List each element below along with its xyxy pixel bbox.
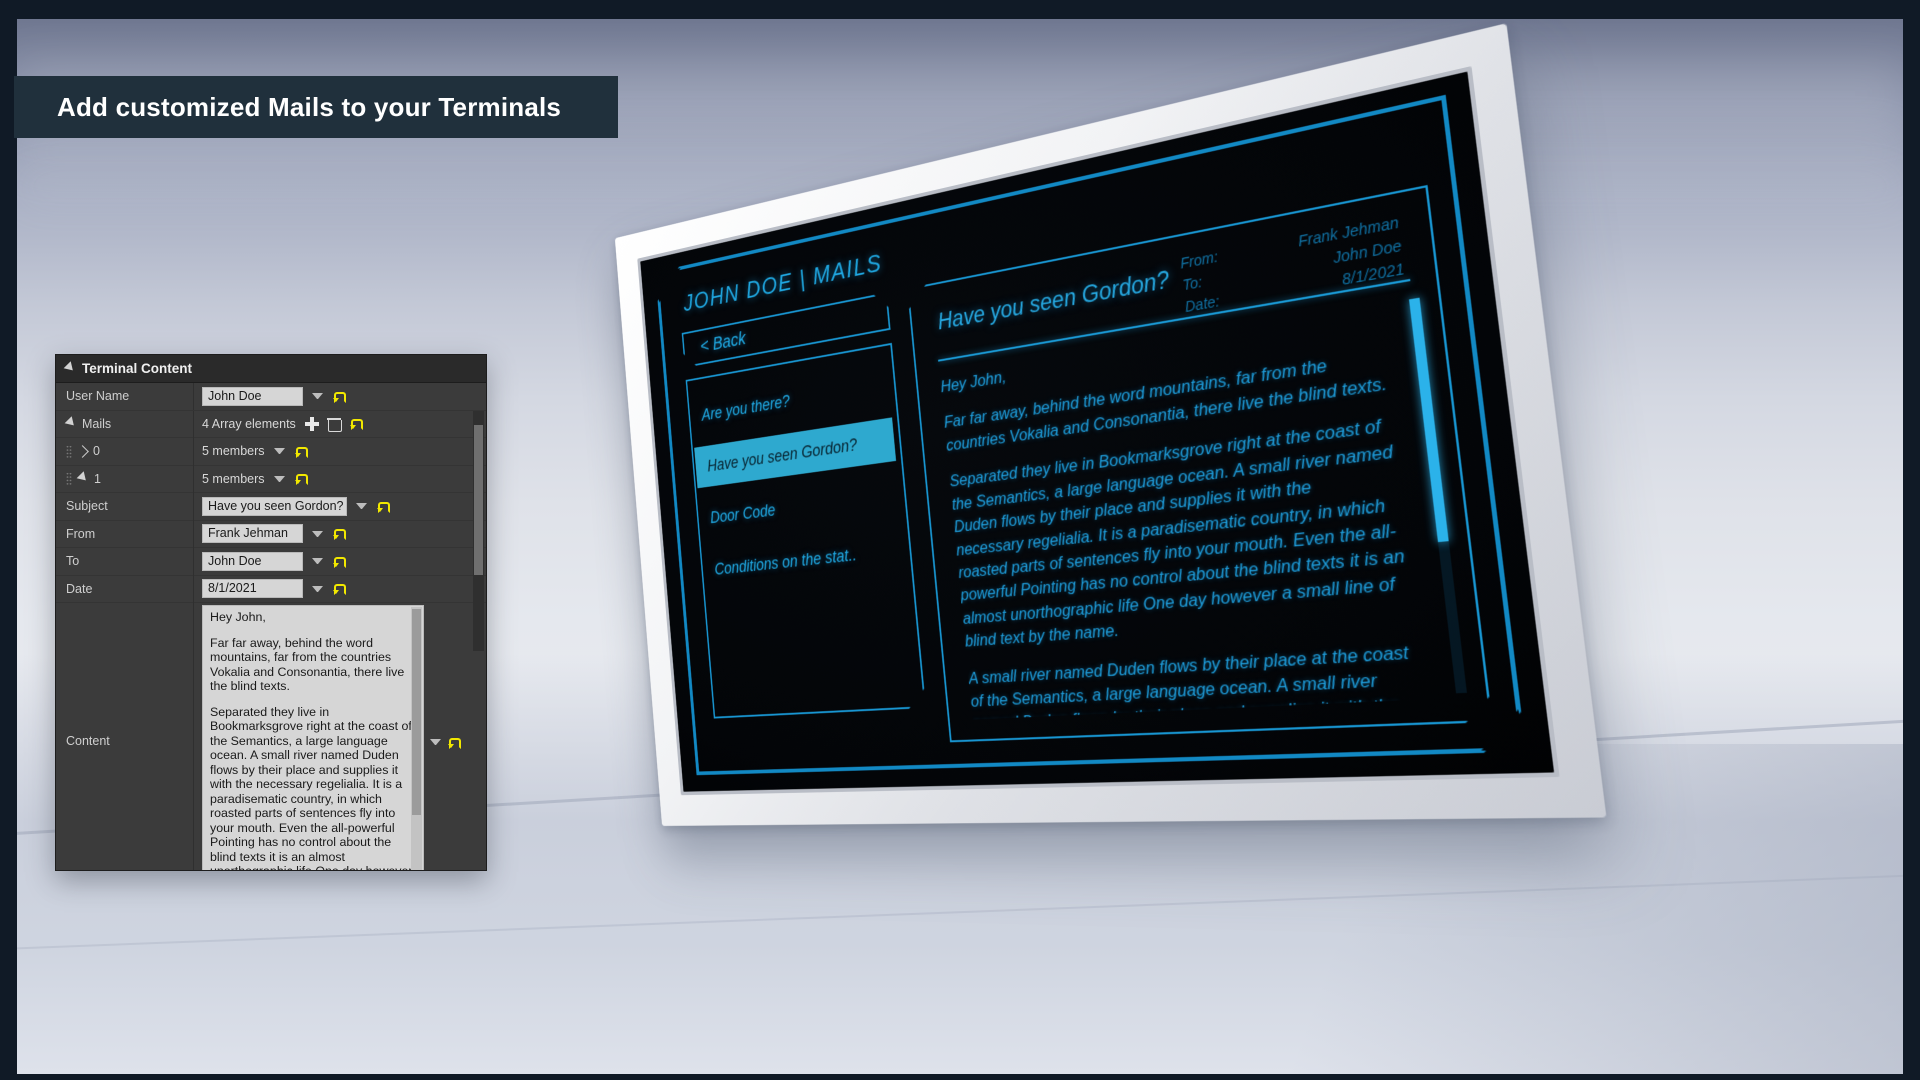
reset-arrow-icon[interactable] <box>294 445 308 458</box>
property-label-subject: Subject <box>66 499 108 514</box>
reset-arrow-icon[interactable] <box>349 417 363 431</box>
property-row-user-name: User Name John Doe <box>56 383 486 411</box>
column-divider <box>193 411 194 870</box>
property-row-to: To John Doe <box>56 548 486 576</box>
property-label-from: From <box>66 526 96 541</box>
drag-handle-icon[interactable] <box>66 472 72 486</box>
chevron-down-icon[interactable] <box>312 558 323 565</box>
property-row-element-0: 0 5 members <box>56 438 486 466</box>
mails-array-count: 4 Array elements <box>202 416 296 431</box>
content-scrollbar-thumb[interactable] <box>412 609 421 815</box>
property-label-content: Content <box>66 734 110 748</box>
chevron-down-icon[interactable] <box>273 448 285 455</box>
terminal-screen: JOHN DOE | MAILS < Back Are you there? H… <box>640 71 1555 792</box>
expand-triangle-icon[interactable] <box>64 415 78 429</box>
to-input[interactable]: John Doe <box>202 551 303 571</box>
property-row-content: Content Hey John, Far far away, behind t… <box>56 603 486 871</box>
content-scrollbar[interactable] <box>411 607 422 870</box>
details-panel-header[interactable]: Terminal Content <box>56 355 486 383</box>
date-input[interactable]: 8/1/2021 <box>202 579 303 599</box>
property-label-user-name: User Name <box>66 389 130 404</box>
reset-arrow-icon[interactable] <box>294 472 308 486</box>
screenshot-root: JOHN DOE | MAILS < Back Are you there? H… <box>0 0 1920 1080</box>
property-row-mails: Mails 4 Array elements <box>56 410 486 438</box>
chevron-down-icon[interactable] <box>356 503 367 510</box>
details-panel-body: User Name John Doe Mails 4 Array element… <box>56 383 486 870</box>
property-row-date: Date 8/1/2021 <box>56 575 486 603</box>
banner-title: Add customized Mails to your Terminals <box>57 91 562 122</box>
back-button-label: < Back <box>699 328 747 357</box>
property-label-mails: Mails <box>82 416 112 431</box>
mail-body-paragraph: Far far away, behind the word mountains,… <box>943 356 1388 455</box>
element-0-members: 5 members <box>202 444 265 459</box>
chevron-down-icon[interactable] <box>273 475 285 482</box>
reset-arrow-icon[interactable] <box>332 555 346 568</box>
mail-from-value: Frank Jehman <box>1297 213 1400 250</box>
expand-arrow-icon[interactable] <box>76 444 89 458</box>
chevron-down-icon[interactable] <box>312 393 323 400</box>
mail-metadata: From: Frank Jehman To: John Doe Date: 8/… <box>1179 211 1405 318</box>
trash-icon[interactable] <box>326 417 342 432</box>
reset-arrow-icon[interactable] <box>332 582 346 596</box>
reset-arrow-icon[interactable] <box>332 527 346 541</box>
content-paragraph: Hey John, <box>210 610 266 624</box>
property-label-to: To <box>66 554 80 569</box>
expand-triangle-icon[interactable] <box>63 360 77 374</box>
chevron-down-icon[interactable] <box>312 585 323 592</box>
content-paragraph: Separated they live in Bookmarksgrove ri… <box>210 704 413 871</box>
content-textarea[interactable]: Hey John, Far far away, behind the word … <box>202 605 424 871</box>
drag-handle-icon[interactable] <box>66 444 72 458</box>
property-row-subject: Subject Have you seen Gordon? <box>56 493 486 521</box>
reset-arrow-icon[interactable] <box>332 390 346 403</box>
mail-date-value: 8/1/2021 <box>1341 259 1406 289</box>
plus-icon[interactable] <box>304 416 319 431</box>
details-panel-scrollbar[interactable] <box>473 411 484 651</box>
monitor-bezel-inner: JOHN DOE | MAILS < Back Are you there? H… <box>637 65 1560 796</box>
terminal-monitor: JOHN DOE | MAILS < Back Are you there? H… <box>537 23 1607 826</box>
property-label-element-1: 1 <box>94 471 101 486</box>
reset-arrow-icon[interactable] <box>447 736 461 749</box>
mail-scrollbar[interactable] <box>1409 298 1467 694</box>
mail-scrollbar-thumb[interactable] <box>1409 298 1449 542</box>
property-row-element-1: 1 5 members <box>56 465 486 493</box>
from-input[interactable]: Frank Jehman <box>202 524 303 544</box>
mail-to-value: John Doe <box>1332 236 1403 267</box>
mail-date-label: Date: <box>1184 292 1221 316</box>
details-panel: Terminal Content User Name John Doe Mail… <box>55 354 487 871</box>
details-panel-scrollbar-thumb[interactable] <box>474 425 483 575</box>
title-banner: Add customized Mails to your Terminals <box>14 76 618 138</box>
property-label-element-0: 0 <box>93 444 100 459</box>
content-paragraph: Far far away, behind the word mountains,… <box>210 635 405 694</box>
chevron-down-icon[interactable] <box>312 530 323 537</box>
chevron-down-icon[interactable] <box>430 739 441 745</box>
mail-list: Are you there? Have you seen Gordon? Doo… <box>686 343 926 719</box>
mail-list-item[interactable]: Conditions on the stat.. <box>701 527 911 591</box>
mail-to-label: To: <box>1181 273 1203 294</box>
details-panel-title: Terminal Content <box>82 361 193 376</box>
mail-body-paragraph: Separated they live in Bookmarksgrove ri… <box>948 416 1406 651</box>
property-label-date: Date <box>66 581 93 596</box>
property-row-from: From Frank Jehman <box>56 520 486 548</box>
reset-arrow-icon[interactable] <box>376 500 390 513</box>
element-1-members: 5 members <box>202 471 265 486</box>
subject-input[interactable]: Have you seen Gordon? <box>202 496 347 516</box>
expand-triangle-icon[interactable] <box>76 470 90 484</box>
user-name-input[interactable]: John Doe <box>202 386 303 406</box>
